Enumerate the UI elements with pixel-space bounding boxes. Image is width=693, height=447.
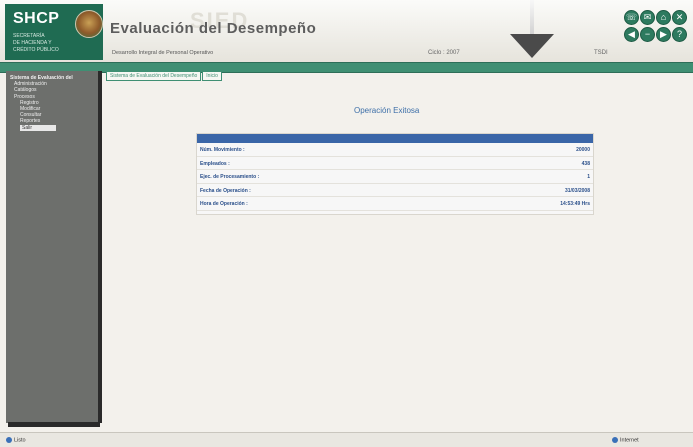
result-row: Hora de Operación :14:53:49 Hrs — [197, 197, 593, 211]
page-icon — [6, 437, 12, 443]
phone-icon[interactable]: ☏ — [624, 10, 639, 25]
national-seal-icon — [75, 10, 103, 38]
lamp-icon — [510, 34, 554, 58]
status-left: Listo — [6, 437, 26, 443]
next-icon[interactable]: ▶ — [656, 27, 671, 42]
sidebar-menu: Sistema de Evaluación del Administración… — [6, 71, 102, 423]
status-zone: Internet — [612, 437, 639, 443]
lamp-cord — [530, 0, 534, 36]
browser-status-bar: Listo Internet — [0, 432, 693, 447]
result-row: Empleados :438 — [197, 157, 593, 170]
result-row: Núm. Movimiento :20000 — [197, 143, 593, 157]
help-icon[interactable]: ? — [672, 27, 687, 42]
result-row: Ejec. de Procesamiento :1 — [197, 170, 593, 184]
cycle-label: Ciclo : 2007 — [428, 50, 460, 56]
tab-inicio[interactable]: Inicio — [202, 71, 222, 81]
close-icon[interactable]: ✕ — [672, 10, 687, 25]
minus-icon[interactable]: − — [640, 27, 655, 42]
result-row: Fecha de Operación :31/03/2008 — [197, 184, 593, 197]
logo-text: SHCP — [13, 10, 60, 27]
logo-subtitle: SECRETARÍA DE HACIENDA Y CRÉDITO PÚBLICO — [13, 33, 59, 53]
tab-bar: Sistema de Evaluación del Desempeño Inici… — [106, 71, 223, 81]
sidebar-item-selected[interactable]: Salir — [20, 124, 56, 131]
header-divider-bar — [0, 62, 693, 73]
main-content — [102, 80, 693, 425]
panel-header — [197, 134, 593, 143]
globe-icon — [612, 437, 618, 443]
result-panel: Núm. Movimiento :20000 Empleados :438 Ej… — [196, 133, 594, 215]
shcp-logo: SHCP SECRETARÍA DE HACIENDA Y CRÉDITO PÚ… — [5, 4, 103, 60]
user-code: TSDI — [594, 50, 608, 56]
back-icon[interactable]: ◀ — [624, 27, 639, 42]
tab-sistema[interactable]: Sistema de Evaluación del Desempeño — [106, 71, 202, 81]
home-icon[interactable]: ⌂ — [656, 10, 671, 25]
app-header: SIED SHCP SECRETARÍA DE HACIENDA Y CRÉDI… — [0, 0, 693, 62]
sidebar-scrollbar[interactable] — [8, 422, 100, 427]
header-subtitle: Desarrollo Integral de Personal Operativ… — [112, 50, 214, 56]
app-title: Evaluación del Desempeño — [110, 20, 317, 37]
page-title: Operación Exitosa — [354, 106, 420, 115]
mail-icon[interactable]: ✉ — [640, 10, 655, 25]
